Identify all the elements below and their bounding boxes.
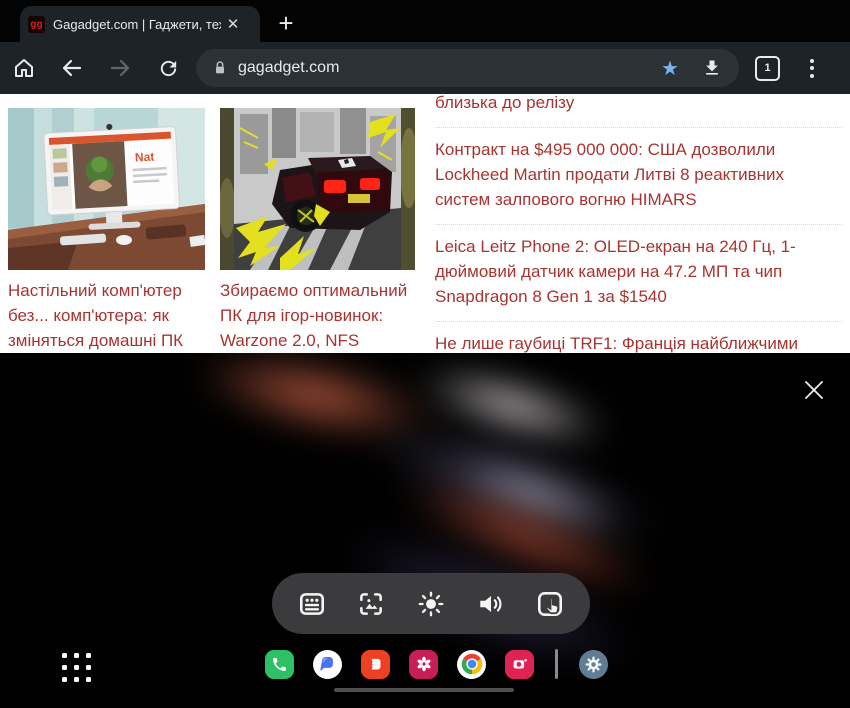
article-thumbnail-gaming-pc[interactable]: [220, 108, 415, 270]
gear-icon: [584, 655, 603, 674]
article-card: Збираємо оптимальний ПК для ігор-новинок…: [220, 108, 415, 353]
reload-button[interactable]: [144, 44, 192, 92]
bookmark-star-icon[interactable]: ★: [649, 56, 691, 81]
messages-app-icon[interactable]: [313, 650, 342, 679]
article-link[interactable]: Настільний комп'ютер без... комп'ютера: …: [8, 278, 205, 353]
browser-tab-strip: gg Gagadget.com | Гаджети, техн ✕ +: [0, 0, 850, 42]
samsung-notes-app-icon[interactable]: [361, 650, 390, 679]
taskbar: [0, 644, 850, 708]
back-button[interactable]: [48, 44, 96, 92]
webpage-content: Nat Настільний комп'ютер без... комп'юте…: [0, 94, 850, 353]
overlay-control-pill: [272, 573, 590, 634]
gallery-app-icon[interactable]: [409, 650, 438, 679]
browser-tab[interactable]: gg Gagadget.com | Гаджети, техн ✕: [20, 6, 260, 42]
new-tab-button[interactable]: +: [270, 7, 302, 39]
tab-switcher-button[interactable]: 1: [755, 56, 780, 81]
download-icon[interactable]: [691, 58, 733, 78]
taskbar-apps: [265, 649, 608, 679]
browser-menu-icon[interactable]: [804, 53, 820, 84]
article-thumbnail-desktop-pc[interactable]: Nat: [8, 108, 205, 270]
chrome-app-icon[interactable]: [457, 650, 486, 679]
touch-mode-icon: [535, 589, 565, 619]
article-link[interactable]: Збираємо оптимальний ПК для ігор-новинок…: [220, 278, 415, 353]
forward-arrow-icon: [108, 56, 132, 80]
article-card: Nat Настільний комп'ютер без... комп'юте…: [8, 108, 205, 353]
volume-button[interactable]: [471, 584, 511, 624]
forward-button[interactable]: [96, 44, 144, 92]
headline-link[interactable]: Контракт на $495 000 000: США дозволили …: [435, 127, 842, 224]
site-favicon-icon: gg: [28, 16, 45, 33]
brightness-button[interactable]: [411, 584, 451, 624]
keyboard-button[interactable]: [292, 584, 332, 624]
close-icon: [801, 377, 827, 403]
android-screen: gg Gagadget.com | Гаджети, техн ✕ +: [0, 0, 850, 708]
phone-app-icon[interactable]: [265, 650, 294, 679]
camera-app-icon[interactable]: [505, 650, 534, 679]
home-icon: [12, 56, 36, 80]
browser-toolbar: gagadget.com ★ 1: [0, 42, 850, 94]
screen-capture-button[interactable]: [351, 584, 391, 624]
reload-icon: [157, 57, 180, 80]
home-indicator-bar[interactable]: [334, 688, 514, 692]
touch-mode-button[interactable]: [530, 584, 570, 624]
tab-close-icon[interactable]: ✕: [223, 15, 243, 33]
svg-text:Nat: Nat: [135, 150, 155, 165]
headline-list: близька до релізу Контракт на $495 000 0…: [435, 94, 842, 353]
volume-icon: [476, 589, 506, 619]
keyboard-icon: [297, 589, 327, 619]
overlay-close-button[interactable]: [796, 372, 832, 408]
url-bar[interactable]: gagadget.com ★: [196, 49, 739, 87]
brightness-icon: [416, 589, 446, 619]
headline-link[interactable]: Leica Leitz Phone 2: OLED-екран на 240 Г…: [435, 224, 842, 321]
tab-title: Gagadget.com | Гаджети, техн: [53, 17, 221, 32]
url-text: gagadget.com: [238, 59, 649, 77]
home-button[interactable]: [0, 44, 48, 92]
settings-app-icon[interactable]: [579, 650, 608, 679]
headline-link[interactable]: близька до релізу: [435, 94, 842, 127]
screen-capture-icon: [356, 589, 386, 619]
headline-link[interactable]: Не лише гаубиці TRF1: Франція найближчим…: [435, 321, 842, 353]
back-arrow-icon: [60, 56, 84, 80]
taskbar-separator: [555, 649, 558, 679]
lock-icon[interactable]: [202, 60, 238, 76]
app-drawer-button[interactable]: [62, 653, 91, 682]
